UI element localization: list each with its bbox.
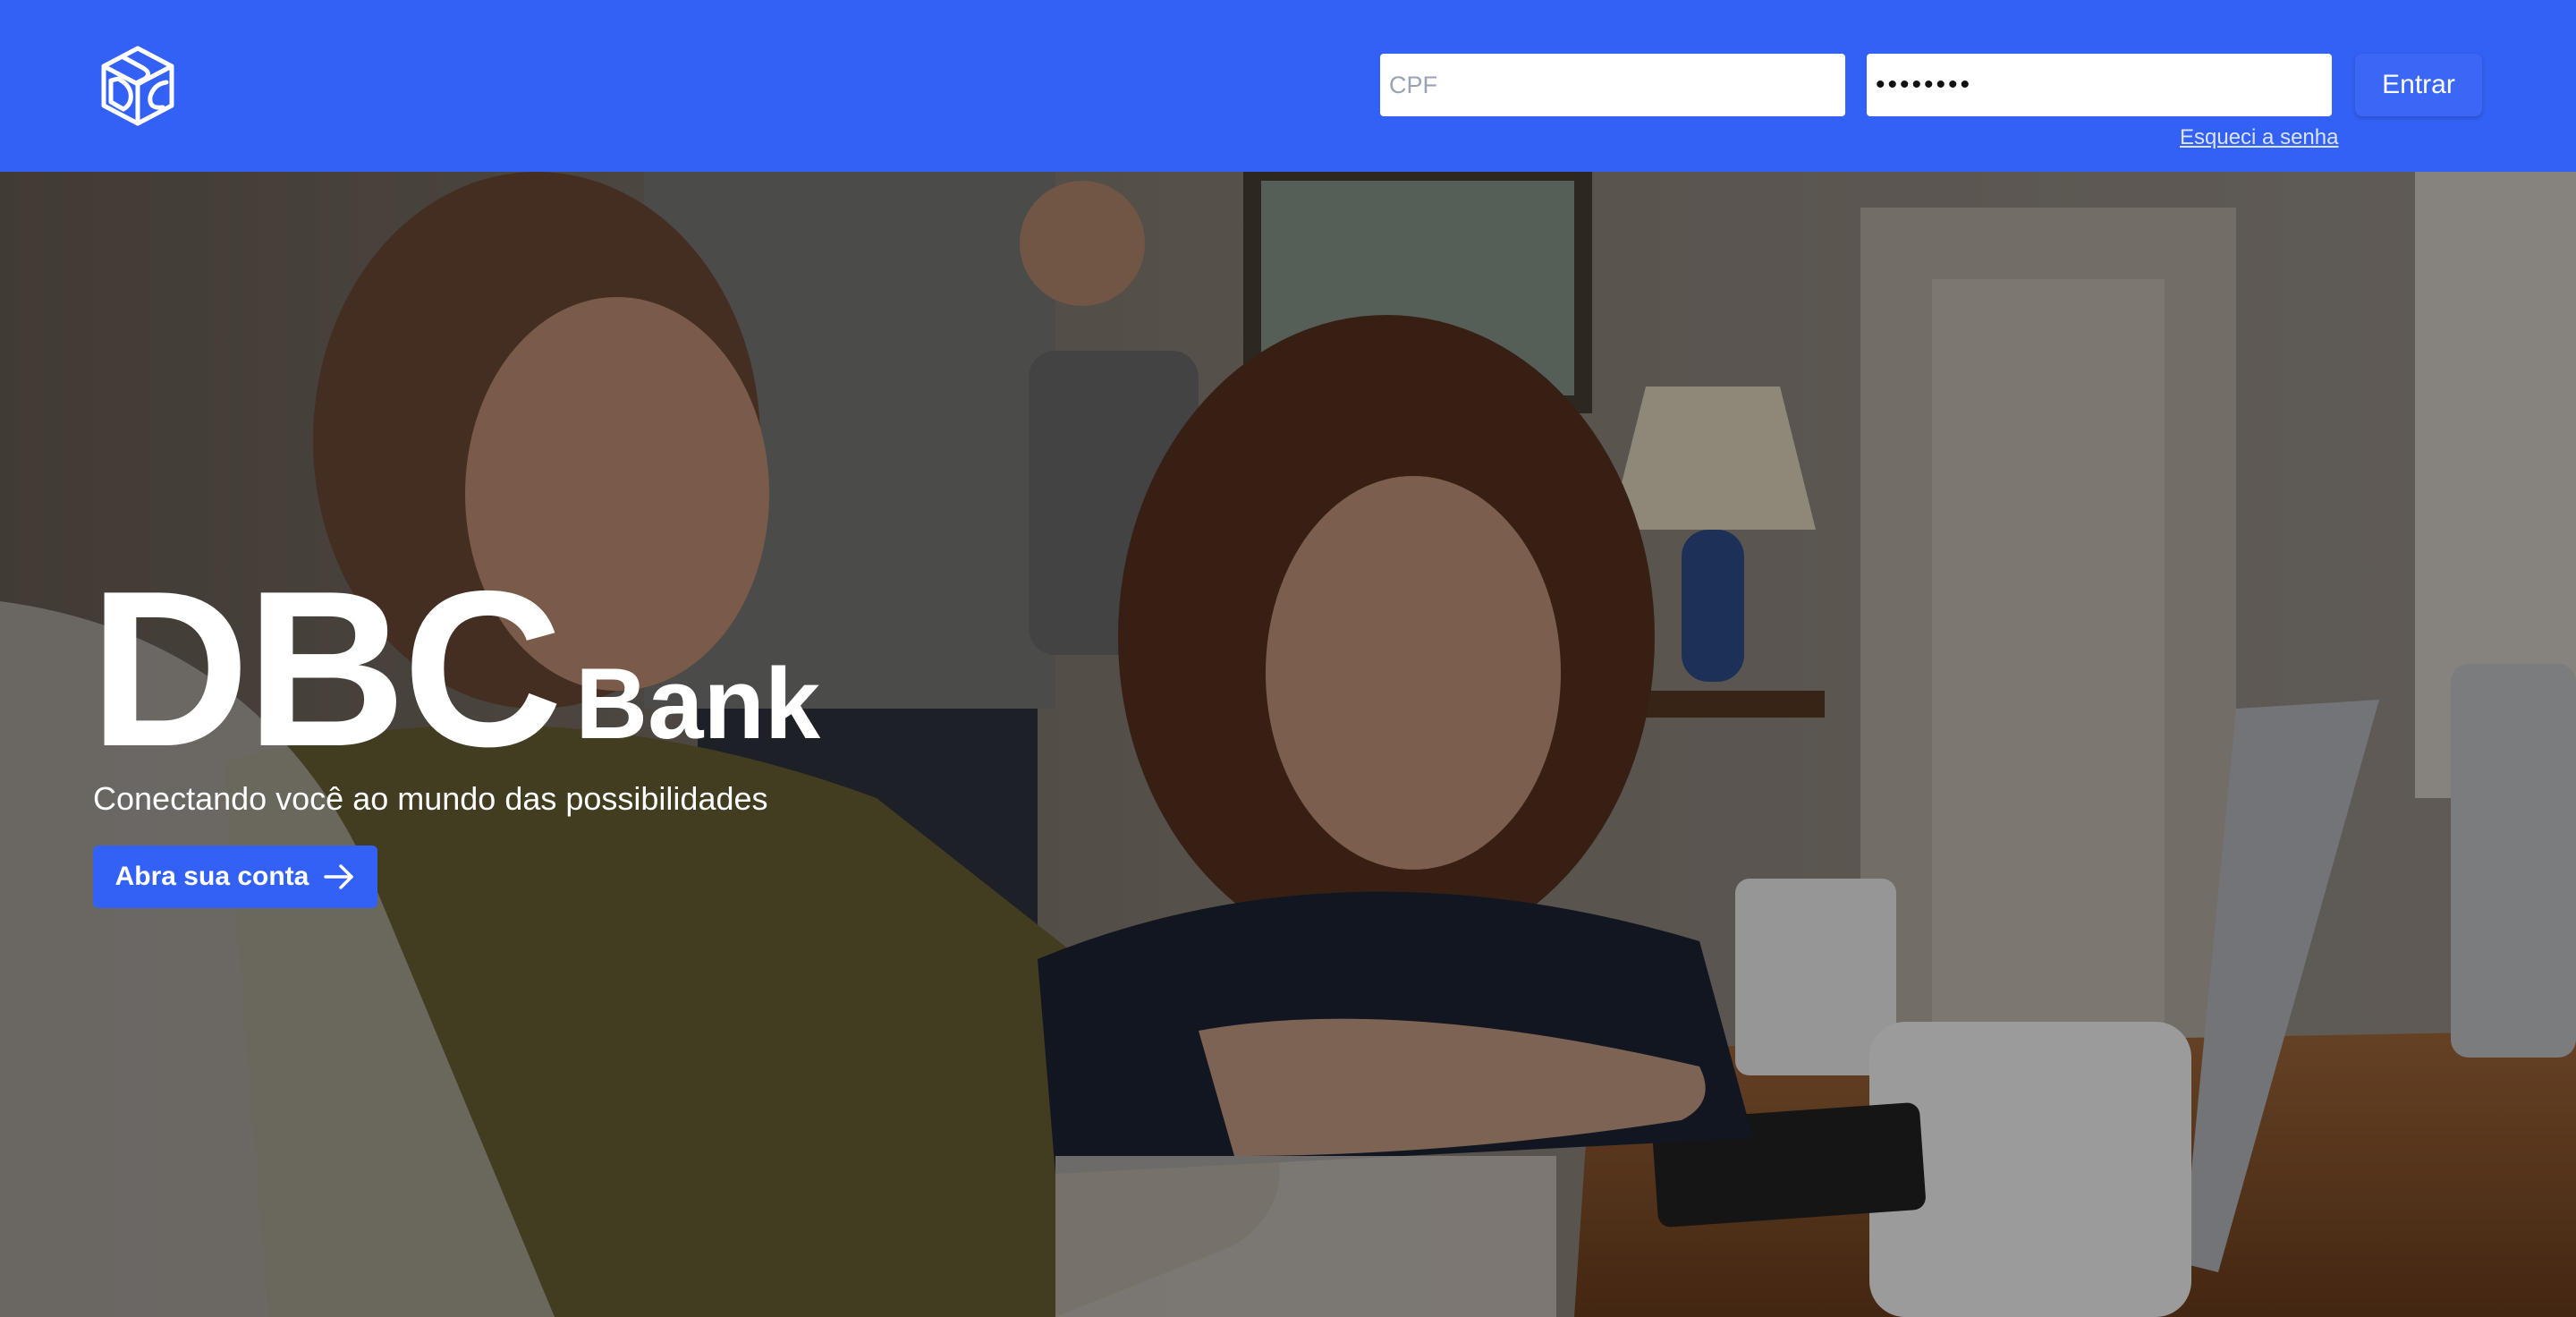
forgot-password-link[interactable]: Esqueci a senha [2180, 125, 2338, 150]
open-account-label: Abra sua conta [114, 862, 309, 891]
open-account-button[interactable]: Abra sua conta [93, 845, 377, 908]
top-navbar: Esqueci a senha Entrar [0, 0, 2576, 172]
hero-tagline: Conectando você ao mundo das possibilida… [93, 780, 768, 817]
dbc-logo-icon[interactable] [97, 45, 179, 127]
arrow-right-icon [324, 864, 354, 889]
cpf-input[interactable] [1380, 54, 1845, 116]
brand-dbc: DBC [89, 544, 563, 793]
hero-section: DBC Bank Conectando você ao mundo das po… [0, 172, 2576, 1317]
brand-bank: Bank [575, 648, 821, 760]
brand-wordmark: DBC Bank [89, 544, 821, 793]
password-input[interactable] [1867, 54, 2332, 116]
login-button[interactable]: Entrar [2355, 54, 2482, 116]
